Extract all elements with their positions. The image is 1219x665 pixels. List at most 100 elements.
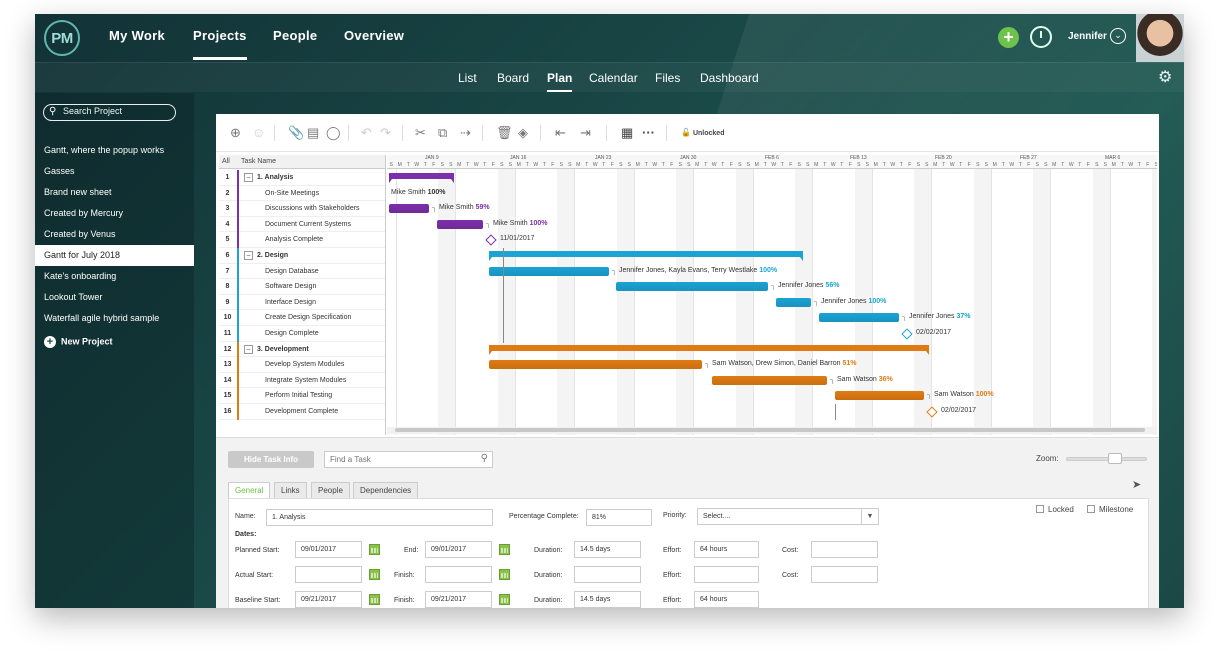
add-task-icon[interactable]: ⊕ [230,125,241,141]
milestone-marker[interactable] [901,328,913,340]
actual-cost-field[interactable] [811,566,878,583]
baseline-start-field[interactable]: 09/21/2017 [295,591,362,608]
table-row[interactable]: 6 −2. Design [219,248,385,264]
tab-dependencies[interactable]: Dependencies [353,482,419,498]
tab-board[interactable]: Board [497,71,529,85]
planned-start-field[interactable]: 09/01/2017 [295,541,362,558]
calendar-icon[interactable] [499,544,510,555]
percentage-field[interactable]: 81% [586,509,652,526]
task-bar[interactable] [712,375,827,385]
milestone-marker[interactable] [485,234,497,247]
paste-icon[interactable]: ⇢ [460,125,471,141]
project-item-selected[interactable]: Gantt for July 2018 [35,245,194,266]
outdent-icon[interactable]: ⇤ [555,125,566,141]
project-item[interactable]: Lookout Tower [35,287,194,308]
task-bar[interactable] [819,313,899,323]
project-item[interactable]: Created by Venus [35,224,194,245]
user-name[interactable]: Jennifer [1068,31,1107,42]
nav-projects[interactable]: Projects [193,28,247,60]
actual-duration-field[interactable] [574,566,641,583]
actual-start-field[interactable] [295,566,362,583]
task-name[interactable]: Analysis Complete [265,236,323,243]
locked-checkbox[interactable]: Locked [1036,505,1074,514]
send-icon[interactable]: ➤ [1132,478,1141,491]
task-name[interactable]: 3. Development [257,346,309,353]
task-name[interactable]: 2. Design [257,252,288,259]
table-row[interactable]: 5 Analysis Complete [219,232,385,248]
note-icon[interactable]: ▤ [307,125,319,141]
timer-icon[interactable] [1030,26,1052,48]
project-item[interactable]: Waterfall agile hybrid sample [35,308,194,329]
project-item[interactable]: Brand new sheet [35,182,194,203]
tab-files[interactable]: Files [655,71,680,85]
paint-icon[interactable]: ◈ [518,125,528,141]
add-button[interactable]: + [998,27,1019,48]
zoom-slider[interactable] [1066,457,1147,461]
col-all[interactable]: All [222,158,230,165]
task-name[interactable]: Document Current Systems [265,221,351,228]
columns-icon[interactable]: ▦ [621,125,633,141]
task-bar[interactable] [616,282,768,292]
table-row[interactable]: 14 Integrate System Modules [219,372,385,389]
new-project-button[interactable]: + New Project [44,336,113,348]
summary-bar[interactable] [489,251,803,261]
project-item[interactable]: Kate's onboarding [35,266,194,287]
table-row[interactable]: 13 Develop System Modules [219,357,385,373]
table-row[interactable]: 8 Software Design [219,279,385,295]
task-name[interactable]: Interface Design [265,299,316,306]
search-icon[interactable]: ⚲ [481,453,488,464]
pm-logo[interactable]: PM [44,20,80,56]
task-name[interactable]: Integrate System Modules [265,377,346,384]
nav-my-work[interactable]: My Work [109,28,165,43]
cost-field[interactable] [811,541,878,558]
col-task-name[interactable]: Task Name [241,158,276,165]
find-task-input[interactable] [330,455,470,464]
attach-icon[interactable]: 📎 [288,125,304,141]
task-name[interactable]: Software Design [265,283,316,290]
search-project-input[interactable] [63,106,171,116]
calendar-icon[interactable] [369,594,380,605]
effort-field[interactable]: 64 hours [694,541,759,558]
actual-finish-field[interactable] [425,566,492,583]
table-row[interactable]: 7 Design Database [219,263,385,280]
chevron-down-icon[interactable]: ▼ [861,509,878,524]
comment-icon[interactable]: ◯ [326,125,341,141]
milestone-checkbox[interactable]: Milestone [1087,505,1133,514]
checkbox-box[interactable] [1036,505,1044,513]
tab-people[interactable]: People [311,482,350,498]
collapse-toggle-icon[interactable]: − [244,173,253,182]
task-name[interactable]: 1. Analysis [257,174,293,181]
task-name[interactable]: Develop System Modules [265,361,344,368]
priority-select[interactable]: Select.... ▼ [697,508,879,525]
tab-links[interactable]: Links [274,482,307,498]
assign-user-icon[interactable]: ☺ [252,125,265,140]
nav-overview[interactable]: Overview [344,28,404,43]
delete-icon[interactable]: 🗑 [496,125,513,141]
tab-plan[interactable]: Plan [547,71,573,92]
task-name[interactable]: Perform Initial Testing [265,392,332,399]
task-bar[interactable] [489,266,609,276]
task-bar[interactable] [489,360,702,370]
baseline-duration-field[interactable]: 14.5 days [574,591,641,608]
collapse-toggle-icon[interactable]: − [244,251,253,260]
duration-field[interactable]: 14.5 days [574,541,641,558]
summary-bar[interactable] [489,344,929,355]
table-row[interactable]: 12 −3. Development [219,341,385,358]
undo-icon[interactable]: ↶ [361,125,372,141]
hide-task-info-button[interactable]: Hide Task Info [228,451,314,468]
avatar[interactable] [1136,14,1184,62]
table-row[interactable]: 4 Document Current Systems [219,216,385,233]
table-row[interactable]: 10 Create Design Specification [219,310,385,326]
calendar-icon[interactable] [369,569,380,580]
task-bar[interactable] [835,391,924,401]
table-row[interactable]: 16 Development Complete [219,404,385,420]
task-name[interactable]: Design Database [265,268,319,275]
project-item[interactable]: Gasses [35,161,194,182]
baseline-finish-field[interactable]: 09/21/2017 [425,591,492,608]
calendar-icon[interactable] [499,594,510,605]
baseline-effort-field[interactable]: 64 hours [694,591,759,608]
table-row[interactable]: 11 Design Complete [219,326,385,342]
task-name[interactable]: Design Complete [265,330,319,337]
task-bar[interactable] [776,297,811,307]
find-task-box[interactable]: ⚲ [324,451,493,468]
